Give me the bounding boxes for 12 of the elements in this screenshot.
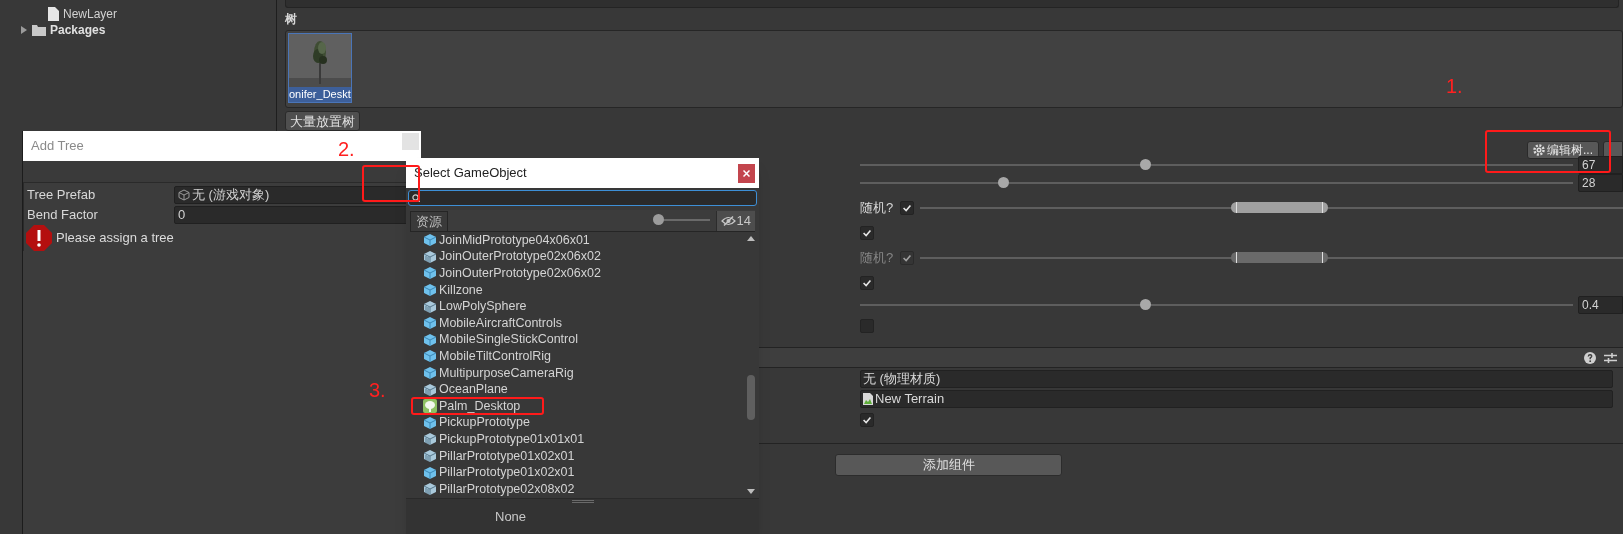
section-label: 树	[285, 11, 297, 28]
annotation-label: 2.	[338, 137, 355, 161]
annotation-label: 1.	[1446, 74, 1463, 98]
field-label: Bend Factor	[27, 206, 99, 225]
error-message: Please assign a tree	[56, 229, 174, 248]
field-label: 随机?	[860, 249, 895, 268]
thumbnail-label: onifer_Deskt	[289, 87, 351, 102]
annotation-label: 3.	[369, 378, 386, 402]
field-label: Tree Prefab	[27, 186, 97, 205]
selection-name: None	[495, 509, 527, 524]
field-label: 随机?	[860, 199, 895, 218]
window-title: Add Tree	[31, 137, 84, 156]
